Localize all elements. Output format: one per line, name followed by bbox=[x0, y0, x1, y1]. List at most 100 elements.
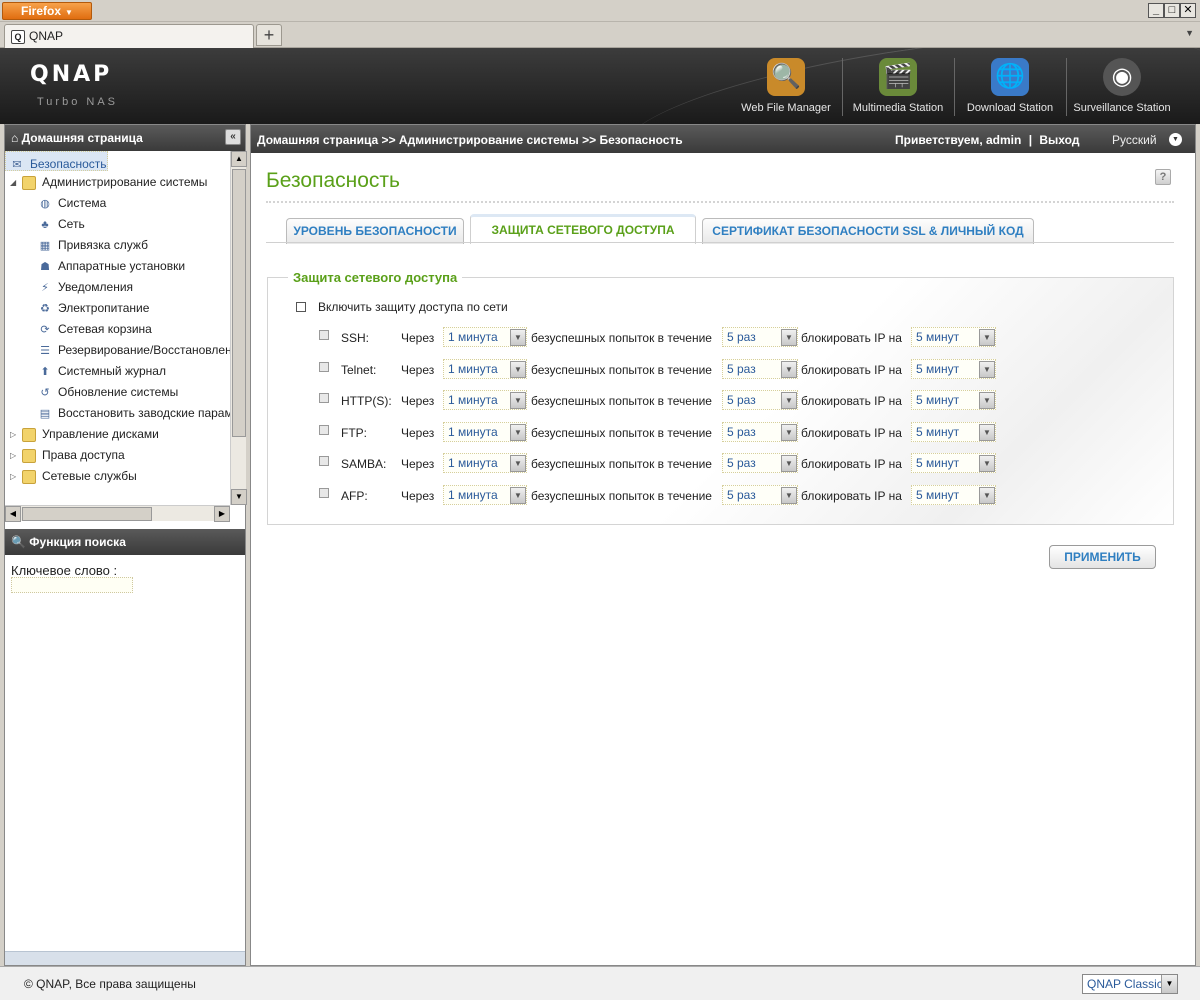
tab-security-level[interactable]: УРОВЕНЬ БЕЗОПАСНОСТИ bbox=[286, 218, 464, 244]
service-binding-icon: ▦ bbox=[39, 239, 51, 252]
service-enable-checkbox[interactable] bbox=[319, 424, 329, 435]
scroll-thumb[interactable] bbox=[22, 507, 152, 521]
service-enable-checkbox[interactable] bbox=[319, 330, 329, 340]
scroll-right-icon[interactable]: ▶ bbox=[214, 506, 230, 522]
browser-tab-qnap[interactable]: Q QNAP bbox=[4, 24, 254, 48]
attempt-count-select[interactable]: 5 раз ▼ bbox=[722, 358, 798, 379]
service-enable-checkbox[interactable] bbox=[319, 361, 329, 372]
chevron-down-icon[interactable]: ▼ bbox=[510, 360, 526, 378]
chevron-down-icon[interactable]: ▼ bbox=[1169, 133, 1182, 146]
chevron-down-icon[interactable]: ▼ bbox=[979, 392, 995, 409]
chevron-down-icon[interactable]: ▼ bbox=[781, 360, 797, 378]
chevron-down-icon[interactable]: ▼ bbox=[979, 486, 995, 504]
attempt-count-select[interactable]: 5 раз ▼ bbox=[722, 327, 798, 347]
block-duration-select[interactable]: 5 минут ▼ bbox=[911, 390, 996, 410]
tree-item-top[interactable]: ▷ Права доступа bbox=[5, 445, 230, 466]
chevron-down-icon[interactable]: ▼ bbox=[781, 329, 797, 346]
block-duration-select[interactable]: 5 минут ▼ bbox=[911, 484, 996, 505]
chevron-down-icon[interactable]: ▼ bbox=[510, 329, 526, 346]
tree-item-child[interactable]: ☗ Аппаратные установки bbox=[5, 256, 230, 277]
theme-select[interactable]: QNAP Classic ▼ bbox=[1082, 974, 1178, 994]
block-duration-select[interactable]: 5 минут ▼ bbox=[911, 421, 996, 442]
time-window-select[interactable]: 1 минута ▼ bbox=[443, 358, 527, 379]
block-duration-select[interactable]: 5 минут ▼ bbox=[911, 358, 996, 379]
system-icon: ◍ bbox=[40, 197, 50, 210]
service-row: SAMBA: Через 1 минута ▼ безуспешных попыток … bbox=[268, 453, 1175, 475]
tree-item-child[interactable]: ↺ Обновление системы bbox=[5, 382, 230, 403]
attempt-count-select[interactable]: 5 раз ▼ bbox=[722, 421, 798, 442]
tree-item-child[interactable]: ▦ Привязка служб bbox=[5, 235, 230, 256]
tree-item-child[interactable]: ☰ Резервирование/Восстановление bbox=[5, 340, 230, 361]
new-tab-button[interactable]: + bbox=[256, 24, 282, 46]
chevron-down-icon[interactable]: ▼ bbox=[979, 360, 995, 378]
surveillance-station-button[interactable]: ◉ Surveillance Station bbox=[1067, 56, 1177, 120]
download-station-button[interactable]: 🌐 Download Station bbox=[955, 56, 1065, 120]
service-enable-checkbox[interactable] bbox=[319, 456, 329, 466]
scroll-down-icon[interactable]: ▼ bbox=[231, 489, 247, 505]
tree-item-child[interactable]: ♻ Электропитание bbox=[5, 298, 230, 319]
tree-item-top[interactable]: ◢ Администрирование системы bbox=[5, 172, 230, 193]
attempt-count-select[interactable]: 5 раз ▼ bbox=[722, 484, 798, 505]
chevron-down-icon[interactable]: ▼ bbox=[510, 455, 526, 472]
attempt-count-select[interactable]: 5 раз ▼ bbox=[722, 453, 798, 473]
tree-item-child[interactable]: ♣ Сеть bbox=[5, 214, 230, 235]
block-duration-select[interactable]: 5 минут ▼ bbox=[911, 453, 996, 473]
chevron-down-icon[interactable]: ▼ bbox=[510, 486, 526, 504]
block-duration-select[interactable]: 5 минут ▼ bbox=[911, 327, 996, 347]
close-window-button[interactable]: ✕ bbox=[1180, 3, 1196, 18]
tree-item-child[interactable]: ◍ Система bbox=[5, 193, 230, 214]
time-window-value: 1 минута bbox=[448, 424, 498, 439]
chevron-down-icon[interactable]: ▼ bbox=[979, 423, 995, 441]
enable-protection-checkbox[interactable] bbox=[296, 302, 306, 312]
time-window-select[interactable]: 1 минута ▼ bbox=[443, 453, 527, 473]
tree-vertical-scrollbar[interactable]: ▲ ▼ bbox=[230, 151, 247, 505]
chevron-down-icon[interactable]: ▼ bbox=[1161, 975, 1177, 993]
time-window-select[interactable]: 1 минута ▼ bbox=[443, 327, 527, 347]
time-window-select[interactable]: 1 минута ▼ bbox=[443, 484, 527, 505]
chevron-down-icon[interactable]: ▼ bbox=[979, 455, 995, 472]
scroll-left-icon[interactable]: ◀ bbox=[5, 506, 21, 522]
chevron-down-icon[interactable]: ▼ bbox=[979, 329, 995, 346]
attempt-count-select[interactable]: 5 раз ▼ bbox=[722, 390, 798, 410]
multimedia-station-button[interactable]: 🎬 Multimedia Station bbox=[843, 56, 953, 120]
expand-arrow-icon[interactable]: ▷ bbox=[10, 424, 16, 445]
sidebar: ⌂ Домашняя страница « ▤Обзор◢Администрир… bbox=[4, 124, 247, 966]
service-enable-checkbox[interactable] bbox=[319, 487, 329, 498]
scroll-thumb[interactable] bbox=[232, 169, 246, 437]
time-window-select[interactable]: 1 минута ▼ bbox=[443, 390, 527, 410]
tab-network-access-protection[interactable]: ЗАЩИТА СЕТЕВОГО ДОСТУПА bbox=[470, 214, 696, 244]
scroll-up-icon[interactable]: ▲ bbox=[231, 151, 247, 167]
chevron-down-icon[interactable]: ▼ bbox=[781, 486, 797, 504]
time-window-select[interactable]: 1 минута ▼ bbox=[443, 421, 527, 442]
tree-item-top[interactable]: ▷ Управление дисками bbox=[5, 424, 230, 445]
help-icon[interactable]: ? bbox=[1155, 169, 1171, 185]
tree-item-child[interactable]: ▤ Восстановить заводские параметры bbox=[5, 403, 230, 424]
collapse-sidebar-button[interactable]: « bbox=[225, 129, 241, 145]
maximize-button[interactable]: □ bbox=[1164, 3, 1180, 18]
chevron-down-icon[interactable]: ▼ bbox=[510, 423, 526, 441]
tree-item-child[interactable]: ✉ Безопасность bbox=[5, 151, 108, 171]
language-select[interactable]: Русский bbox=[1112, 133, 1157, 147]
web-file-manager-button[interactable]: 🔍 Web File Manager bbox=[731, 56, 841, 120]
chevron-down-icon[interactable]: ▼ bbox=[510, 392, 526, 409]
tree-item-child[interactable]: ⟳ Сетевая корзина bbox=[5, 319, 230, 340]
expand-arrow-icon[interactable]: ▷ bbox=[10, 466, 16, 487]
logout-link[interactable]: Выход bbox=[1039, 133, 1079, 147]
apply-button[interactable]: ПРИМЕНИТЬ bbox=[1049, 545, 1156, 569]
firefox-menu-button[interactable]: Firefox ▼ bbox=[2, 2, 92, 20]
tree-horizontal-scrollbar[interactable]: ◀ ▶ bbox=[5, 505, 230, 522]
tab-list-icon[interactable]: ▼ bbox=[1185, 28, 1194, 38]
service-enable-checkbox[interactable] bbox=[319, 393, 329, 403]
tree-item-child[interactable]: ⬆ Системный журнал bbox=[5, 361, 230, 382]
minimize-button[interactable]: _ bbox=[1148, 3, 1164, 18]
chevron-down-icon[interactable]: ▼ bbox=[781, 392, 797, 409]
tree-item-top[interactable]: ▷ Сетевые службы bbox=[5, 466, 230, 487]
keyword-search-input[interactable] bbox=[11, 577, 133, 593]
expand-arrow-icon[interactable]: ▷ bbox=[10, 445, 16, 466]
collapse-arrow-icon[interactable]: ◢ bbox=[10, 172, 16, 193]
chevron-down-icon[interactable]: ▼ bbox=[781, 423, 797, 441]
tab-ssl-certificate[interactable]: СЕРТИФИКАТ БЕЗОПАСНОСТИ SSL & ЛИЧНЫЙ КОД bbox=[702, 218, 1034, 244]
service-row: HTTP(S): Через 1 минута ▼ безуспешных попыто… bbox=[268, 390, 1175, 412]
chevron-down-icon[interactable]: ▼ bbox=[781, 455, 797, 472]
tree-item-child[interactable]: ⚡ Уведомления bbox=[5, 277, 230, 298]
